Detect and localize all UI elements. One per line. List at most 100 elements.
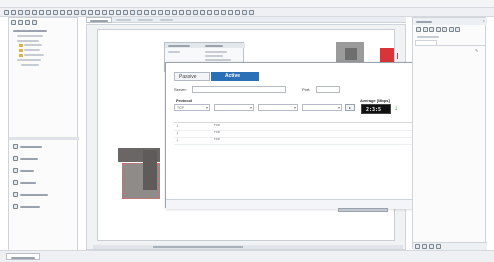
save-icon[interactable]	[25, 20, 30, 25]
footer-icon[interactable]	[415, 244, 420, 249]
nav-item[interactable]	[11, 142, 77, 151]
right-panel-tabs	[415, 40, 485, 46]
nav-item[interactable]	[11, 166, 77, 175]
filter-icon[interactable]	[32, 20, 37, 25]
toolbar-button-icon[interactable]	[18, 10, 23, 15]
tool-icon[interactable]	[416, 27, 421, 32]
tree-node[interactable]	[24, 49, 40, 51]
horizontal-scrollbar[interactable]	[93, 245, 403, 249]
toolbar-button-icon[interactable]	[123, 10, 128, 15]
toolbar-icons	[4, 10, 264, 15]
document-tab[interactable]	[158, 17, 176, 23]
tab-passive[interactable]: Passive	[174, 72, 210, 81]
port-input[interactable]	[316, 86, 340, 93]
document-tab[interactable]	[136, 17, 156, 23]
toolbar-button-icon[interactable]	[179, 10, 184, 15]
toolbar-button-icon[interactable]	[214, 10, 219, 15]
panel-tab[interactable]	[415, 40, 437, 46]
footer-icon[interactable]	[429, 244, 434, 249]
panel-divider[interactable]	[9, 137, 79, 140]
toolbar-button-icon[interactable]	[130, 10, 135, 15]
footer-icon[interactable]	[422, 244, 427, 249]
folder-icon	[19, 49, 23, 52]
tab-active[interactable]: Active	[211, 72, 259, 81]
nav-item[interactable]	[11, 202, 77, 211]
toolbar-button-icon[interactable]	[67, 10, 72, 15]
tree-node[interactable]	[13, 30, 47, 32]
bottom-tab[interactable]	[6, 253, 40, 260]
toolbar-button-icon[interactable]	[186, 10, 191, 15]
toolbar-button-icon[interactable]	[116, 10, 121, 15]
toolbar-button-icon[interactable]	[172, 10, 177, 15]
server-input[interactable]	[192, 86, 286, 93]
folder-icon[interactable]	[18, 20, 23, 25]
start-test-button[interactable]: ▸	[345, 104, 355, 111]
toolbar-button-icon[interactable]	[25, 10, 30, 15]
tool-icon[interactable]	[435, 27, 441, 32]
tool-icon[interactable]	[448, 27, 454, 32]
tree-node[interactable]	[17, 59, 41, 61]
average-header: Average [Mbps]	[360, 98, 390, 103]
play-icon: ▸	[349, 105, 352, 110]
toolbar-button-icon[interactable]	[102, 10, 107, 15]
toolbar-button-icon[interactable]	[193, 10, 198, 15]
nav-item[interactable]	[11, 190, 77, 199]
period-select[interactable]: ▾	[302, 104, 342, 111]
toolbar-button-icon[interactable]	[158, 10, 163, 15]
toolbar-button-icon[interactable]	[32, 10, 37, 15]
tab-active-label: Active	[225, 73, 241, 79]
toolbar-button-icon[interactable]	[200, 10, 205, 15]
scrollbar-thumb[interactable]	[153, 246, 243, 248]
nav-item[interactable]	[11, 178, 77, 187]
toolbar-button-icon[interactable]	[95, 10, 100, 15]
right-panel-toolbar	[416, 27, 484, 33]
tool-icon[interactable]	[429, 27, 434, 32]
tool-icon[interactable]	[455, 27, 460, 32]
toolbar-button-icon[interactable]	[11, 10, 16, 15]
toolbar-button-icon[interactable]	[46, 10, 51, 15]
new-icon[interactable]	[11, 20, 16, 25]
tree-node[interactable]	[21, 64, 39, 66]
direction-select[interactable]: ▾	[214, 104, 254, 111]
panel-tab[interactable]	[438, 40, 460, 46]
toolbar-button-icon[interactable]	[221, 10, 226, 15]
toolbar-button-icon[interactable]	[144, 10, 149, 15]
toolbar-button-icon[interactable]	[165, 10, 170, 15]
packet-size-select[interactable]: ▾	[258, 104, 298, 111]
toolbar-button-icon[interactable]	[88, 10, 93, 15]
toolbar-button-icon[interactable]	[60, 10, 65, 15]
toolbar-button-icon[interactable]	[53, 10, 58, 15]
left-nav	[11, 142, 77, 232]
document-tab-active[interactable]	[86, 17, 112, 23]
toolbar-button-icon[interactable]	[235, 10, 240, 15]
toolbar-button-icon[interactable]	[249, 10, 254, 15]
toolbar-button-icon[interactable]	[4, 10, 9, 15]
close-icon[interactable]: ×	[483, 19, 485, 23]
table-row[interactable]: ↓ TCP	[174, 138, 436, 145]
toolbar-button-icon[interactable]	[81, 10, 86, 15]
footer-icon[interactable]	[436, 244, 441, 249]
toolbar-button-icon[interactable]	[137, 10, 142, 15]
toolbar-button-icon[interactable]	[228, 10, 233, 15]
protocol-select[interactable]: TCP ▾	[174, 104, 210, 111]
bandwidth-dialog: Passive Active Server: Port: Protocol Av…	[165, 62, 444, 209]
tool-icon[interactable]	[442, 27, 447, 32]
document-tab[interactable]	[114, 17, 134, 23]
toolbar-button-icon[interactable]	[74, 10, 79, 15]
toolbar	[0, 8, 494, 17]
tree-node[interactable]	[17, 35, 43, 37]
tree-node[interactable]	[17, 40, 39, 42]
tool-icon[interactable]	[422, 27, 428, 32]
toolbar-button-icon[interactable]	[207, 10, 212, 15]
panel-tab[interactable]	[461, 40, 483, 46]
toolbar-button-icon[interactable]	[242, 10, 247, 15]
nav-icon	[13, 168, 18, 173]
toolbar-button-icon[interactable]	[109, 10, 114, 15]
dialog-scrollbar[interactable]	[338, 208, 388, 212]
pin-icon[interactable]: ✎	[475, 48, 480, 53]
toolbar-button-icon[interactable]	[39, 10, 44, 15]
tree-node[interactable]	[24, 44, 42, 46]
tree-node[interactable]	[24, 54, 44, 56]
toolbar-button-icon[interactable]	[151, 10, 156, 15]
nav-item[interactable]	[11, 154, 77, 163]
